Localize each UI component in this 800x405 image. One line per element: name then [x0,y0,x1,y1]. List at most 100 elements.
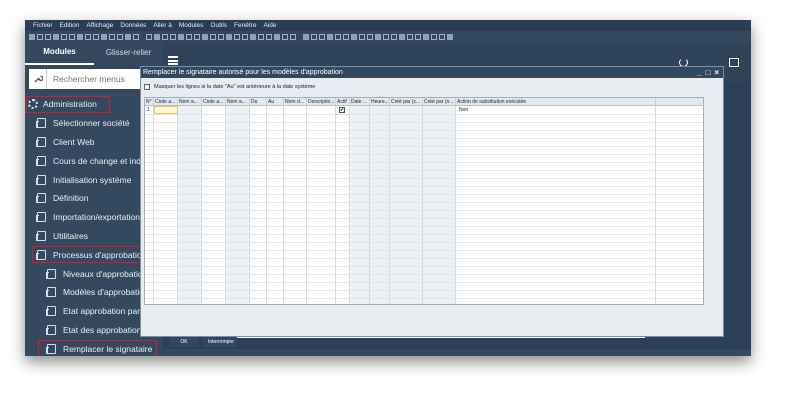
column-header[interactable]: Du [250,98,267,105]
maximize-icon[interactable]: □ [705,67,710,78]
table-row[interactable] [145,290,703,291]
export-icon[interactable] [729,58,739,67]
toolbar-icon[interactable] [258,33,264,40]
active-checkbox[interactable]: ✔ [339,107,345,113]
toolbar-icon[interactable] [407,33,413,40]
table-row[interactable] [145,178,703,179]
toolbar-icon[interactable] [399,33,405,40]
table-row[interactable] [145,226,703,227]
column-header[interactable]: Nom a... [226,98,250,105]
column-header[interactable]: Action de substitution exécutée [456,98,656,105]
table-row[interactable] [145,242,703,243]
toolbar-icon[interactable] [117,33,123,40]
toolbar-icon[interactable] [93,33,99,40]
toolbar-icon[interactable] [146,33,152,40]
toolbar-icon[interactable] [367,33,373,40]
table-row[interactable] [145,122,703,123]
toolbar-icon[interactable] [375,33,381,40]
toolbar-icon[interactable] [282,33,288,40]
column-header[interactable]: Nom d... [284,98,307,105]
minimize-icon[interactable]: _ [697,67,701,78]
table-row[interactable] [145,130,703,131]
toolbar-icon[interactable] [29,33,35,40]
column-header[interactable]: Date ... [350,98,370,105]
toolbar-icon[interactable] [351,33,357,40]
toolbar-icon[interactable] [250,33,256,40]
tab-modules[interactable]: Modules [25,41,94,65]
toolbar-icon[interactable] [186,33,192,40]
toolbar-icon[interactable] [194,33,200,40]
toolbar-icon[interactable] [311,33,317,40]
toolbar-icon[interactable] [383,33,389,40]
dialog-title-bar[interactable]: Remplacer le signataire autorisé pour le… [141,67,723,78]
table-row[interactable] [145,282,703,283]
hamburger-menu-icon[interactable] [168,56,178,65]
table-row[interactable] [145,250,703,251]
column-header[interactable]: Descriptio... [307,98,336,105]
toolbar-icon[interactable] [343,33,349,40]
menu-aller-a[interactable]: Aller à [153,20,171,31]
toolbar-icon[interactable] [319,33,325,40]
toolbar-icon[interactable] [226,33,232,40]
toolbar-icon[interactable] [154,33,160,40]
toolbar-icon[interactable] [266,33,272,40]
column-header[interactable]: N° [145,98,154,105]
menu-outils[interactable]: Outils [210,20,227,31]
toolbar-icon[interactable] [77,33,83,40]
toolbar-icon[interactable] [415,33,421,40]
close-icon[interactable]: × [714,67,719,78]
search-options-button[interactable] [29,69,47,89]
hide-expired-rows-checkbox[interactable] [144,83,150,90]
toolbar-icon[interactable] [359,33,365,40]
menu-aide[interactable]: Aide [263,20,276,31]
menu-modules[interactable]: Modules [179,20,204,31]
menu-fichier[interactable]: Fichier [33,20,53,31]
table-row[interactable] [145,114,703,115]
toolbar-icon[interactable] [109,33,115,40]
toolbar-icon[interactable] [125,33,131,40]
toolbar-icon[interactable] [210,33,216,40]
column-header[interactable]: Au [267,98,284,105]
toolbar-icon[interactable] [53,33,59,40]
toolbar-icon[interactable] [303,33,309,40]
toolbar-icon[interactable] [101,33,107,40]
column-header[interactable]: Code a... [154,98,178,105]
toolbar-icon[interactable] [447,33,453,40]
table-row[interactable] [145,154,703,155]
column-header[interactable]: Créé par (c... [390,98,423,105]
column-header[interactable]: Nom a... [178,98,202,105]
column-header[interactable]: Code a... [202,98,226,105]
cancel-button[interactable]: Interrompre [203,337,237,347]
table-row[interactable] [145,266,703,267]
toolbar-icon[interactable] [178,33,184,40]
table-row[interactable] [145,234,703,235]
toolbar-icon[interactable] [290,33,296,40]
column-header[interactable]: Créé par (n... [423,98,456,105]
toolbar-icon[interactable] [431,33,437,40]
column-header[interactable]: Actif [336,98,350,105]
toolbar-icon[interactable] [37,33,43,40]
toolbar-icon[interactable] [391,33,397,40]
toolbar-icon[interactable] [439,33,445,40]
toolbar-icon[interactable] [335,33,341,40]
table-row[interactable] [145,202,703,203]
table-row[interactable] [145,258,703,259]
table-row[interactable] [145,218,703,219]
column-header[interactable]: Heure... [370,98,390,105]
toolbar-icon[interactable] [85,33,91,40]
table-row[interactable] [145,186,703,187]
toolbar-icon[interactable] [45,33,51,40]
toolbar-icon[interactable] [170,33,176,40]
table-row[interactable] [145,194,703,195]
toolbar-icon[interactable] [327,33,333,40]
menu-fenetre[interactable]: Fenêtre [234,20,256,31]
toolbar-icon[interactable] [69,33,75,40]
active-cell[interactable] [154,106,178,114]
table-row[interactable] [145,274,703,275]
toolbar-icon[interactable] [218,33,224,40]
ok-button[interactable]: OK [169,337,199,347]
table-row[interactable] [145,210,703,211]
toolbar-icon[interactable] [274,33,280,40]
menu-affichage[interactable]: Affichage [86,20,113,31]
toolbar-icon[interactable] [423,33,429,40]
